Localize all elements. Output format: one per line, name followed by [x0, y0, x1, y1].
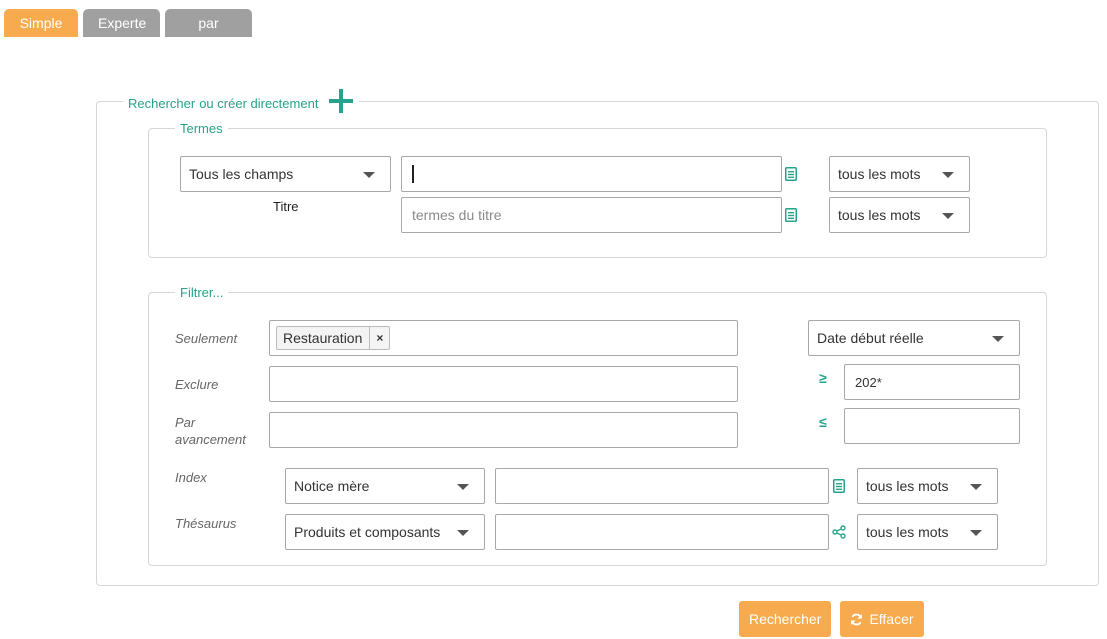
index-select[interactable]: Notice mère — [285, 468, 485, 504]
title-mode-value: tous les mots — [838, 207, 921, 223]
legend-rechercher: Rechercher — [128, 95, 196, 111]
greater-equal-symbol: ≥ — [819, 370, 827, 386]
date-from-input[interactable] — [844, 364, 1020, 400]
thesaurus-input[interactable] — [495, 514, 829, 550]
chevron-down-icon — [970, 530, 982, 536]
exclure-input[interactable] — [269, 366, 738, 402]
chevron-down-icon — [457, 530, 469, 536]
seulement-input[interactable]: Restauration × — [269, 320, 738, 356]
legend-creer: ou créer directement — [199, 95, 319, 111]
list-icon[interactable] — [833, 479, 845, 496]
terms-input[interactable] — [401, 156, 782, 192]
title-label: Titre — [273, 199, 299, 214]
chevron-down-icon — [457, 484, 469, 490]
plus-icon[interactable] — [328, 88, 354, 114]
chevron-down-icon — [363, 172, 375, 178]
clear-button[interactable]: Effacer — [840, 601, 924, 637]
list-icon[interactable] — [785, 167, 797, 184]
avancement-label: Par avancement — [175, 415, 246, 447]
text-cursor — [412, 165, 414, 183]
chevron-down-icon — [992, 336, 1004, 342]
seulement-label: Seulement — [175, 331, 238, 346]
termes-legend: Termes — [175, 121, 228, 136]
close-icon[interactable]: × — [370, 331, 389, 345]
field-select-value: Tous les champs — [189, 166, 294, 182]
tab-experte[interactable]: Experte — [83, 9, 160, 37]
search-button[interactable]: Rechercher — [739, 601, 831, 637]
exclure-label: Exclure — [175, 377, 219, 392]
chevron-down-icon — [942, 172, 954, 178]
filter-chip: Restauration × — [276, 326, 391, 350]
index-label: Index — [175, 470, 207, 485]
thesaurus-mode-value: tous les mots — [866, 524, 949, 540]
termes-section — [148, 128, 1047, 258]
less-equal-symbol: ≤ — [819, 414, 827, 430]
filtrer-legend: Filtrer... — [175, 285, 229, 300]
title-terms-input[interactable] — [401, 197, 782, 233]
chevron-down-icon — [970, 484, 982, 490]
list-icon[interactable] — [785, 208, 797, 225]
chevron-down-icon — [942, 213, 954, 219]
field-select[interactable]: Tous les champs — [180, 156, 391, 192]
index-select-value: Notice mère — [294, 478, 370, 494]
thesaurus-select[interactable]: Produits et composants — [285, 514, 485, 550]
search-tabs: Simple Experte par Liens — [4, 9, 252, 59]
title-mode-select[interactable]: tous les mots — [829, 197, 970, 233]
avancement-input[interactable] — [269, 412, 738, 448]
thesaurus-select-value: Produits et composants — [294, 524, 441, 540]
thesaurus-label: Thésaurus — [175, 516, 237, 531]
date-type-select[interactable]: Date début réelle — [808, 320, 1020, 356]
index-input[interactable] — [495, 468, 829, 504]
thesaurus-mode-select[interactable]: tous les mots — [857, 514, 998, 550]
index-mode-value: tous les mots — [866, 478, 949, 494]
index-mode-select[interactable]: tous les mots — [857, 468, 998, 504]
refresh-icon — [850, 613, 863, 626]
chip-label: Restauration — [277, 327, 371, 349]
terms-mode-value: tous les mots — [838, 166, 921, 182]
date-type-value: Date début réelle — [817, 330, 924, 346]
tab-par-liens[interactable]: par Liens — [165, 9, 252, 59]
share-icon[interactable] — [832, 525, 846, 542]
search-panel-legend: Rechercher ou créer directement — [123, 89, 360, 114]
clear-button-label: Effacer — [869, 611, 914, 627]
tab-simple[interactable]: Simple — [4, 9, 78, 37]
terms-mode-select[interactable]: tous les mots — [829, 156, 970, 192]
date-to-input[interactable] — [844, 408, 1020, 444]
